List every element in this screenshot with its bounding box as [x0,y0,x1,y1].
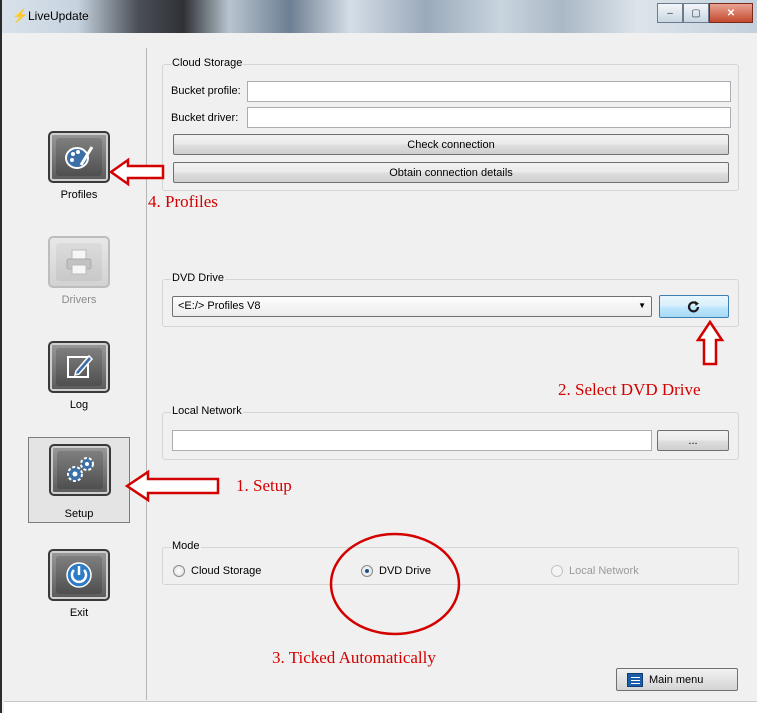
mode-group: Mode Cloud Storage DVD Drive Local Netwo… [162,540,739,585]
radio-indicator [173,565,185,577]
main-menu-button[interactable]: Main menu [616,668,738,691]
cloud-storage-group: Cloud Storage Bucket profile: Bucket dri… [162,57,739,191]
window-title: LiveUpdate [28,9,89,23]
window-controls: – ▢ ✕ [657,3,753,25]
status-strip [4,701,757,713]
bucket-driver-label: Bucket driver: [171,112,239,124]
dvd-drive-selected-value: <E:/> Profiles V8 [178,300,261,312]
group-title: Mode [171,540,201,552]
minimize-button[interactable]: – [657,3,683,23]
bucket-driver-input[interactable] [247,107,731,128]
bucket-profile-input[interactable] [247,81,731,102]
mode-cloud-storage-radio[interactable]: Cloud Storage [173,565,261,577]
group-title: Cloud Storage [171,57,244,69]
sidebar-item-profiles[interactable]: Profiles [28,125,130,211]
sidebar-item-exit[interactable]: Exit [28,543,130,629]
annotation-setup: 1. Setup [236,476,292,495]
app-icon: ⚡ [12,8,29,23]
sidebar-divider [146,48,147,700]
sidebar-item-log[interactable]: Log [28,335,130,421]
sidebar-item-setup[interactable]: Setup [28,437,130,523]
main-menu-label: Main menu [649,673,704,686]
obtain-connection-details-button[interactable]: Obtain connection details [173,162,729,183]
radio-indicator [361,565,373,577]
menu-icon [627,672,643,687]
network-path-input[interactable] [172,430,652,451]
annotation-select-dvd: 2. Select DVD Drive [558,380,701,399]
palette-icon [48,131,110,183]
browse-button[interactable]: ... [657,430,729,451]
sidebar-item-label: Exit [69,607,89,619]
sidebar-item-drivers[interactable]: Drivers [28,230,130,316]
bucket-profile-label: Bucket profile: [171,85,241,97]
sidebar-item-label: Profiles [60,189,98,201]
sidebar-item-label: Setup [64,508,94,520]
group-title: Local Network [171,405,243,417]
sidebar: Profiles Drivers Log Setup Exit [4,33,146,701]
chevron-down-icon: ▼ [638,301,646,310]
sidebar-item-label: Drivers [61,294,97,306]
dvd-drive-select[interactable]: <E:/> Profiles V8 ▼ [172,296,652,317]
dvd-drive-group: DVD Drive <E:/> Profiles V8 ▼ [162,272,739,327]
power-icon [48,549,110,601]
local-network-group: Local Network ... [162,405,739,460]
radio-label: Cloud Storage [191,565,262,577]
gears-icon [49,444,111,496]
mode-local-network-radio[interactable]: Local Network [551,565,639,577]
close-button[interactable]: ✕ [709,3,753,23]
group-title: DVD Drive [171,272,225,284]
refresh-drives-button[interactable] [659,295,729,318]
title-bar[interactable]: ⚡ LiveUpdate – ▢ ✕ [2,0,757,33]
check-connection-button[interactable]: Check connection [173,134,729,155]
maximize-button[interactable]: ▢ [683,3,709,23]
annotation-profiles: 4. Profiles [148,192,218,211]
refresh-icon [687,300,700,312]
liveupdate-window: ⚡ LiveUpdate – ▢ ✕ Profiles Drivers Log … [0,0,757,713]
sidebar-item-label: Log [69,399,89,411]
radio-label: DVD Drive [379,565,431,577]
radio-label: Local Network [569,565,639,577]
edit-icon [48,341,110,393]
printer-icon [48,236,110,288]
radio-indicator [551,565,563,577]
annotation-ticked: 3. Ticked Automatically [272,648,436,667]
mode-dvd-drive-radio[interactable]: DVD Drive [361,565,431,577]
